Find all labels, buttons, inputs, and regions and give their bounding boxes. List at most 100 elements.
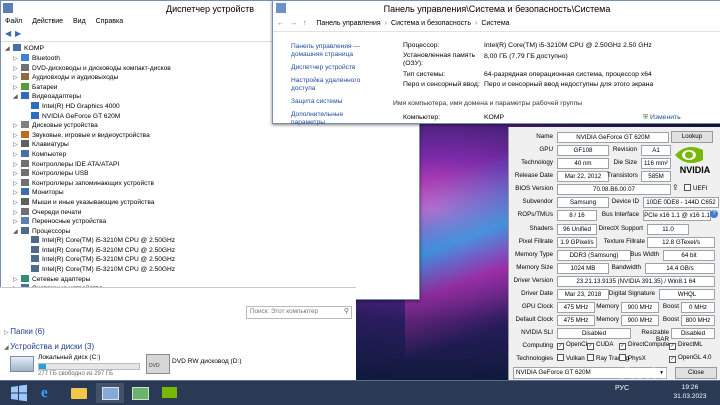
device-tree-item[interactable]: ▷ Очереди печати <box>5 207 415 218</box>
device-tree-item[interactable]: ▷ Звуковые, игровые и видеоустройства <box>5 130 415 141</box>
technologies-checkbox[interactable]: PhysX <box>619 354 646 362</box>
device-tree-item[interactable]: Intel(R) Core(TM) i5-3210M CPU @ 2.50GHz <box>5 236 415 246</box>
breadcrumb-item[interactable]: Система и безопасность <box>391 20 471 27</box>
menu-item[interactable]: Справка <box>96 18 123 25</box>
device-icon <box>21 73 29 81</box>
control-panel-link[interactable]: Настройка удаленного доступа <box>291 77 377 93</box>
device-icon <box>31 245 39 253</box>
help-icon[interactable]: ? <box>710 210 718 218</box>
device-tree-item[interactable]: ▷ Мыши и иные указывающие устройства <box>5 197 415 208</box>
device-tree-item[interactable]: ▷ Клавиатуры <box>5 140 415 150</box>
computing-checkbox[interactable]: ✓ DirectML <box>669 341 703 350</box>
control-panel-link[interactable]: Дополнительные параметры <box>291 111 377 127</box>
control-panel-link[interactable]: Диспетчер устройств <box>291 64 377 72</box>
chevron-down-icon[interactable]: ◢ <box>13 228 21 238</box>
gpuz-taskbar-button[interactable] <box>156 383 184 403</box>
checked-checkbox-icon <box>557 354 564 361</box>
breadcrumb-item[interactable]: Панель управления <box>316 20 380 27</box>
breadcrumb-item[interactable]: Система <box>481 20 509 27</box>
gpu-clock-field: 475 MHz <box>557 302 595 313</box>
menu-item[interactable]: Действие <box>32 18 63 25</box>
close-button[interactable]: Close <box>675 367 717 379</box>
computer-name-value: KOMP <box>484 114 505 121</box>
device-manager-taskbar-button[interactable] <box>96 383 124 403</box>
technologies-checkbox[interactable]: ✓ OpenGL 4.0 <box>669 354 711 363</box>
address-bar[interactable]: ← → ↑ Панель управления › Система и безопа… <box>273 17 720 32</box>
system-info-rows: Процессор: Intel(R) Core(TM) i5-3210M CPU… <box>403 41 713 91</box>
explorer-search-box[interactable]: ⚲ <box>246 306 352 319</box>
checked-checkbox-icon: ✓ <box>669 356 676 363</box>
device-tree-item[interactable]: Intel(R) Core(TM) i5-3210M CPU @ 2.50GHz <box>5 245 415 256</box>
control-panel-link[interactable]: Панель управления — домашняя страница <box>291 43 377 59</box>
explorer-search-input[interactable] <box>247 307 342 316</box>
back-arrow-icon[interactable]: ← <box>277 20 284 27</box>
device-id-field: 10DE 0DE8 - 144D C652 <box>643 197 719 208</box>
device-icon <box>21 149 29 157</box>
search-icon[interactable]: ⚲ <box>344 307 349 315</box>
computing-checkbox[interactable]: ✓ DirectCompute <box>619 341 669 350</box>
device-tree-item[interactable]: ▷ Контроллеры IDE ATA/ATAPI <box>5 159 415 170</box>
memory-clock-label: Memory <box>596 303 619 310</box>
system-info-row: Процессор: Intel(R) Core(TM) i5-3210M CPU… <box>403 41 713 52</box>
control-panel-icon <box>132 387 149 400</box>
device-tree-item[interactable]: ▷ Компьютер <box>5 149 415 160</box>
menu-item[interactable]: Вид <box>73 18 86 25</box>
control-panel-taskbar-button[interactable] <box>126 383 154 403</box>
language-indicator[interactable]: РУС <box>615 385 629 392</box>
device-manager-app-icon <box>3 3 13 13</box>
system-info-value: Intel(R) Core(TM) i5-3210M CPU @ 2.50GHz… <box>484 42 652 49</box>
technologies-checkbox[interactable]: Vulkan <box>557 354 585 362</box>
device-tree-item[interactable]: ▷ Контроллеры USB <box>5 169 415 179</box>
chevron-down-icon[interactable]: ◢ <box>13 93 21 103</box>
windows-logo-icon <box>11 384 27 402</box>
start-button[interactable] <box>6 383 34 403</box>
device-icon <box>21 159 29 167</box>
breadcrumb[interactable]: Панель управления › Система и безопасность… <box>316 20 509 27</box>
device-tree-item[interactable]: ▷ Переносные устройства <box>5 217 415 227</box>
device-tree-item[interactable]: ▷ Контроллеры запоминающих устройств <box>5 178 415 189</box>
folders-section-header[interactable]: ▷ Папки (6) <box>4 327 45 336</box>
breadcrumb-separator: › <box>384 20 388 27</box>
device-tree-item[interactable]: Intel(R) Core(TM) i5-3210M CPU @ 2.50GHz <box>5 265 415 275</box>
system-info-key: Тип системы: <box>403 70 446 78</box>
device-tree-item[interactable]: Intel(R) Core(TM) i5-3210M CPU @ 2.50GHz <box>5 255 415 265</box>
forward-arrow-icon[interactable]: → <box>290 20 297 27</box>
share-icon[interactable]: ⇪ <box>672 183 679 192</box>
driver-version-label: Driver Version <box>513 277 553 284</box>
revision-label: Revision <box>612 146 637 153</box>
folder-icon <box>71 388 87 399</box>
devices-section-header[interactable]: ◢ Устройства и диски (3) <box>4 342 94 351</box>
device-tree-root[interactable]: ◢ KOMP <box>5 44 44 52</box>
back-arrow-icon[interactable]: ◀ <box>5 29 11 38</box>
device-tree-item-label: Intel(R) HD Graphics 4000 <box>42 102 120 110</box>
lookup-button[interactable]: Lookup <box>671 131 713 143</box>
technology-field: 40 nm <box>557 158 609 169</box>
clock[interactable]: 19:26 31.03.2023 <box>665 383 715 401</box>
die-size-field: 116 mm² <box>641 158 671 169</box>
device-tree-item[interactable]: ▷ Сетевые адаптеры <box>5 274 415 285</box>
forward-arrow-icon[interactable]: ▶ <box>15 29 21 38</box>
checked-checkbox-icon <box>587 354 594 361</box>
change-settings-link[interactable]: ⛨ Изменить <box>643 114 681 122</box>
internet-explorer-taskbar-button[interactable]: e <box>36 383 64 403</box>
clock-time: 19:26 <box>681 384 699 391</box>
local-disk-c[interactable]: Локальный диск (C:) 277 ГБ свободно из 2… <box>10 354 140 380</box>
dvd-drive-label: DVD RW дисковод (D:) <box>172 358 242 365</box>
device-tree-item[interactable]: ▷ Мониторы <box>5 188 415 198</box>
texture-fillrate-field: 12.8 GTexel/s <box>647 237 715 248</box>
control-panel-link[interactable]: Защита системы <box>291 98 377 106</box>
device-icon <box>31 255 39 263</box>
checked-checkbox-icon <box>619 354 626 361</box>
computing-checkbox[interactable]: ✓ CUDA <box>587 341 614 350</box>
uefi-checkbox[interactable]: UEFI <box>684 184 707 192</box>
dvd-drive-d[interactable]: DVD DVD RW дисковод (D:) <box>146 354 266 374</box>
computing-checkbox[interactable]: ✓ OpenCL <box>557 341 589 350</box>
texture-fillrate-label: Texture Fillrate <box>603 238 645 245</box>
device-tree-item[interactable]: ◢ Процессоры <box>5 226 415 238</box>
file-explorer-taskbar-button[interactable] <box>66 383 94 403</box>
taskbar: e РУС 19:26 31.03.2023 <box>0 380 720 405</box>
system-info-value: 8,00 ГБ (7,79 ГБ доступно) <box>484 52 568 60</box>
up-arrow-icon[interactable]: ↑ <box>303 20 307 27</box>
computing-item-label: DirectCompute <box>628 341 670 348</box>
menu-item[interactable]: Файл <box>5 18 22 25</box>
